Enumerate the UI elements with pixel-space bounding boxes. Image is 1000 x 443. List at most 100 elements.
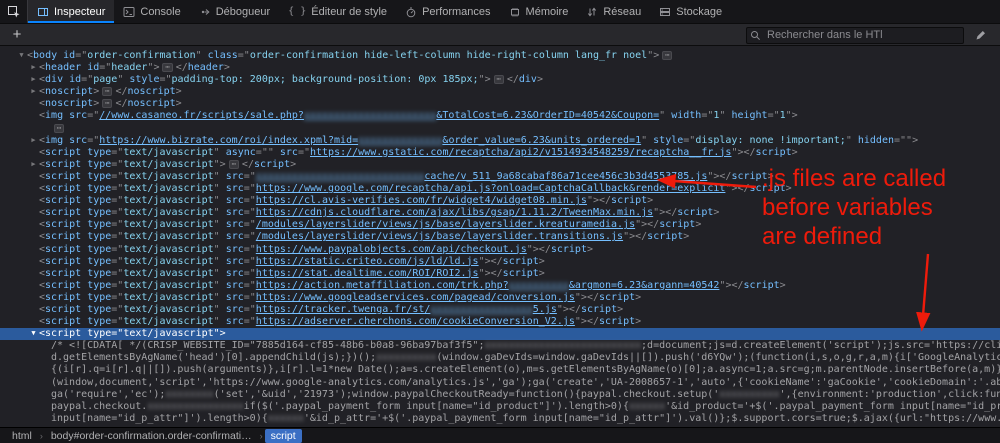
- node-picker-button[interactable]: [0, 0, 28, 23]
- collapse-arrow[interactable]: ▶: [28, 75, 39, 83]
- punctuation: ": [641, 134, 654, 146]
- resource-link[interactable]: https://www.google.com/recaptcha/api.js?…: [256, 183, 726, 194]
- dom-node-line[interactable]: ▶ <header id="header"> ⋯ </header>: [0, 62, 1000, 74]
- resource-link[interactable]: &TotalCost=6.23&OrderID=40542&Coupon=: [436, 110, 659, 121]
- tag-name: script: [45, 195, 82, 207]
- dom-node-line[interactable]: ▼ <body id="order-confirmation" class="or…: [0, 50, 1000, 62]
- expand-arrow[interactable]: ▼: [16, 51, 27, 59]
- resource-link[interactable]: &argmon=6.23&argann=40542: [569, 280, 720, 291]
- punctuation: ": [719, 110, 732, 122]
- tab-network[interactable]: Réseau: [577, 0, 650, 23]
- dom-node-line-selected[interactable]: ▼ <script type="text/javascript">: [0, 328, 1000, 341]
- dom-node-line[interactable]: ▶ <noscript> ⋯ </noscript>: [0, 86, 1000, 98]
- collapse-arrow[interactable]: ▶: [28, 160, 39, 168]
- dom-node-line[interactable]: <script type="text/javascript" src="http…: [0, 256, 1000, 268]
- dom-node-line[interactable]: <script type="text/javascript" src="/mod…: [0, 231, 1000, 243]
- collapse-arrow[interactable]: ▶: [28, 87, 39, 95]
- punctuation: ": [117, 74, 130, 86]
- dom-node-line[interactable]: <script type="text/javascript" src="http…: [0, 280, 1000, 292]
- dom-node-line[interactable]: /* <![CDATA[ */(CRISP_WEBSITE_ID="7885d1…: [0, 340, 1000, 352]
- search-input[interactable]: [746, 26, 964, 44]
- collapsed-content-badge[interactable]: ⋯: [54, 123, 65, 133]
- resource-link[interactable]: /modules/layerslider/views/js/base/layer…: [256, 231, 623, 242]
- tab-memory[interactable]: Mémoire: [500, 0, 578, 23]
- dom-node-line[interactable]: ▶ <script type="text/javascript"> ⋯ </scrip…: [0, 159, 1000, 171]
- collapsed-content-badge[interactable]: ⋯: [102, 99, 113, 109]
- attribute-name: class: [207, 50, 238, 61]
- dom-node-line[interactable]: <img src="//www.casaneo.fr/scripts/sale.…: [0, 110, 1000, 122]
- resource-link[interactable]: https://www.bizrate.com/roi/index.xpml?m…: [99, 135, 358, 146]
- attribute-value: page: [93, 74, 118, 86]
- resource-link[interactable]: https://static.criteo.com/js/ld/ld.js: [256, 256, 479, 267]
- search-icon: [750, 28, 761, 46]
- resource-link[interactable]: xxxxxxxxxx: [509, 280, 569, 291]
- resource-link[interactable]: xxxxxxxxxxxxxxxxx: [430, 304, 532, 315]
- breadcrumb-item[interactable]: script: [264, 428, 302, 443]
- dom-node-line[interactable]: {(i[r].q=i[r].q||[]).push(arguments)},i[…: [0, 364, 1000, 376]
- punctuation: ": [213, 195, 226, 207]
- resource-link[interactable]: &order_value=6.23&units_ordered=1: [442, 135, 641, 146]
- resource-link[interactable]: xxxxxxxxxxxxxxxxxxxxxxxxxxxx: [256, 171, 425, 182]
- resource-link[interactable]: /modules/layerslider/views/js/base/layer…: [256, 219, 635, 230]
- dom-node-line[interactable]: <script type="text/javascript" src="http…: [0, 316, 1000, 328]
- dom-node-line[interactable]: <script type="text/javascript" src="http…: [0, 292, 1000, 304]
- resource-link[interactable]: https://stat.dealtime.com/ROI/ROI2.js: [256, 268, 479, 279]
- punctuation: >: [484, 74, 491, 86]
- collapse-arrow[interactable]: ▶: [28, 63, 39, 71]
- tab-console[interactable]: Console: [114, 0, 189, 23]
- breadcrumb-item[interactable]: html: [6, 429, 38, 443]
- dom-node-line[interactable]: <script type="text/javascript" src="http…: [0, 268, 1000, 280]
- tab-label: Éditeur de style: [311, 5, 388, 18]
- dom-node-line[interactable]: paypal.checkout.xxxxxxxxxxxxxxxxif($('.p…: [0, 401, 1000, 413]
- dom-node-line[interactable]: <script type="text/javascript" src="http…: [0, 207, 1000, 219]
- breadcrumb-item[interactable]: body#order-confirmation.order-confirmati…: [45, 429, 258, 443]
- dom-node-line[interactable]: (window,document,'script','https://www.g…: [0, 377, 1000, 389]
- collapsed-content-badge[interactable]: ⋯: [662, 51, 673, 60]
- resource-link[interactable]: cache/v_511_9a68cabaf86a71cee456c3b3d455…: [424, 171, 707, 182]
- resource-link[interactable]: xxxxxxxxxxxxxxxxxxxxxx: [304, 110, 436, 121]
- collapse-arrow[interactable]: ▶: [28, 136, 39, 144]
- dom-node-line[interactable]: ▶ <img src="https://www.bizrate.com/roi/i…: [0, 135, 1000, 147]
- dom-node-line[interactable]: <script type="text/javascript" src="http…: [0, 304, 1000, 316]
- dom-node-line[interactable]: <script type="text/javascript" async="" …: [0, 147, 1000, 159]
- tab-style-editor[interactable]: { } Éditeur de style: [279, 0, 396, 23]
- resource-link[interactable]: https://www.paypalobjects.com/api/checko…: [256, 244, 527, 255]
- dom-node-line[interactable]: <script type="text/javascript" src="xxxx…: [0, 171, 1000, 183]
- stopwatch-icon: [405, 6, 417, 18]
- dom-node-line[interactable]: <noscript> ⋯ </noscript>: [0, 98, 1000, 110]
- punctuation: ": [213, 279, 226, 291]
- punctuation: >: [175, 86, 182, 98]
- resource-link[interactable]: https://tracker.twenga.fr/st/: [256, 304, 431, 315]
- resource-link[interactable]: 5.js: [533, 304, 557, 315]
- dom-node-line[interactable]: d.getElementsByAgName('head')[0].appendC…: [0, 352, 1000, 364]
- resource-link[interactable]: https://action.metaffiliation.com/trk.ph…: [256, 280, 509, 291]
- pen-icon[interactable]: [970, 29, 992, 41]
- dom-node-line[interactable]: <script type="text/javascript" src="/mod…: [0, 219, 1000, 231]
- tab-performance[interactable]: Performances: [396, 0, 499, 23]
- resource-link[interactable]: //www.casaneo.fr/scripts/sale.php?: [99, 110, 304, 121]
- resource-link[interactable]: https://www.googleadservices.com/pagead/…: [256, 292, 575, 303]
- collapsed-content-badge[interactable]: ⋯: [493, 75, 504, 85]
- resource-link[interactable]: xxxxxxxxxxxxxx: [358, 135, 442, 146]
- dom-node-line[interactable]: <script type="text/javascript" src="http…: [0, 195, 1000, 207]
- dom-node-line[interactable]: ⋯: [0, 123, 1000, 135]
- attribute-value: text/javascript: [123, 243, 214, 255]
- collapsed-content-badge[interactable]: ⋯: [228, 159, 239, 169]
- expand-arrow[interactable]: ▼: [28, 329, 39, 337]
- resource-link[interactable]: https://www.gstatic.com/recaptcha/api2/v…: [310, 147, 731, 158]
- dom-node-line[interactable]: ▶ <div id="page" style="padding-top: 200p…: [0, 74, 1000, 86]
- dom-node-line[interactable]: <script type="text/javascript" src="http…: [0, 244, 1000, 256]
- collapsed-content-badge[interactable]: ⋯: [162, 63, 173, 73]
- markup-view[interactable]: ▼ <body id="order-confirmation" class="or…: [0, 46, 1000, 427]
- dom-node-line[interactable]: ga('require','ec');xxxxxxxx('set','&uid'…: [0, 389, 1000, 401]
- add-node-button[interactable]: +: [8, 27, 26, 42]
- tab-storage[interactable]: Stockage: [650, 0, 731, 23]
- dom-node-line[interactable]: input[name="id_p_attr"]').length>0){xxxx…: [0, 413, 1000, 425]
- tab-debugger[interactable]: Débogueur: [190, 0, 279, 23]
- dom-node-line[interactable]: <script type="text/javascript" src="http…: [0, 183, 1000, 195]
- tab-inspector[interactable]: Inspecteur: [28, 0, 115, 23]
- collapsed-content-badge[interactable]: ⋯: [102, 87, 113, 97]
- resource-link[interactable]: https://cdnjs.cloudflare.com/ajax/libs/g…: [256, 207, 653, 218]
- resource-link[interactable]: https://cl.avis-verifies.com/fr/widget4/…: [256, 195, 587, 206]
- resource-link[interactable]: https://adserver.cherchons.com/cookieCon…: [256, 316, 575, 327]
